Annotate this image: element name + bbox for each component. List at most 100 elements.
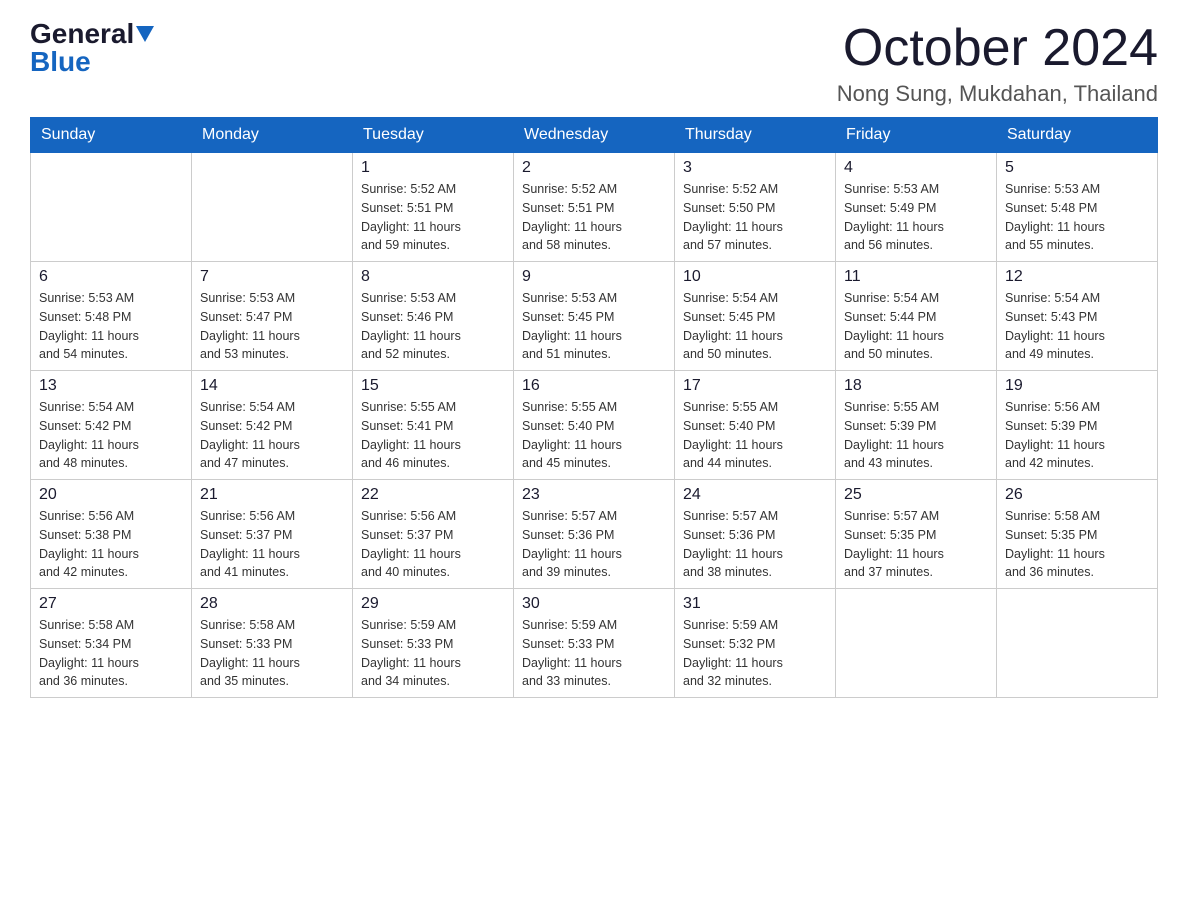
calendar-cell: 2 Sunrise: 5:52 AMSunset: 5:51 PMDaylight… <box>514 153 675 262</box>
day-number: 3 <box>683 159 827 177</box>
day-info: Sunrise: 5:52 AMSunset: 5:51 PMDaylight:… <box>522 180 666 255</box>
calendar-cell: 13 Sunrise: 5:54 AMSunset: 5:42 PMDayligh… <box>31 371 192 480</box>
day-number: 7 <box>200 268 344 286</box>
title-section: October 2024 Nong Sung, Mukdahan, Thaila… <box>837 20 1158 107</box>
calendar-cell: 3 Sunrise: 5:52 AMSunset: 5:50 PMDaylight… <box>675 153 836 262</box>
calendar-cell: 14Sunrise: 5:54 AMSunset: 5:42 PMDayligh… <box>192 371 353 480</box>
day-number: 26 <box>1005 486 1149 504</box>
calendar-cell: 30 Sunrise: 5:59 AMSunset: 5:33 PMDayligh… <box>514 589 675 698</box>
day-number: 13 <box>39 377 183 395</box>
day-info: Sunrise: 5:58 AMSunset: 5:34 PMDaylight:… <box>39 616 183 691</box>
day-number: 25 <box>844 486 988 504</box>
calendar-cell: 25 Sunrise: 5:57 AMSunset: 5:35 PMDayligh… <box>836 480 997 589</box>
calendar-cell: 28 Sunrise: 5:58 AMSunset: 5:33 PMDayligh… <box>192 589 353 698</box>
calendar-cell: 22 Sunrise: 5:56 AMSunset: 5:37 PMDayligh… <box>353 480 514 589</box>
column-header-monday: Monday <box>192 118 353 153</box>
day-number: 24 <box>683 486 827 504</box>
calendar-cell: 29 Sunrise: 5:59 AMSunset: 5:33 PMDayligh… <box>353 589 514 698</box>
day-info: Sunrise: 5:55 AMSunset: 5:41 PMDaylight:… <box>361 398 505 473</box>
logo-triangle-icon <box>136 26 154 42</box>
calendar-cell: 26 Sunrise: 5:58 AMSunset: 5:35 PMDayligh… <box>997 480 1158 589</box>
calendar-cell <box>31 153 192 262</box>
day-info: Sunrise: 5:53 AMSunset: 5:45 PMDaylight:… <box>522 289 666 364</box>
day-number: 28 <box>200 595 344 613</box>
day-number: 9 <box>522 268 666 286</box>
calendar-week-row: 27 Sunrise: 5:58 AMSunset: 5:34 PMDayligh… <box>31 589 1158 698</box>
location-text: Nong Sung, Mukdahan, Thailand <box>837 81 1158 107</box>
calendar-cell: 10Sunrise: 5:54 AMSunset: 5:45 PMDayligh… <box>675 262 836 371</box>
day-info: Sunrise: 5:59 AMSunset: 5:33 PMDaylight:… <box>361 616 505 691</box>
column-header-wednesday: Wednesday <box>514 118 675 153</box>
calendar-cell: 20Sunrise: 5:56 AMSunset: 5:38 PMDayligh… <box>31 480 192 589</box>
calendar-cell: 7 Sunrise: 5:53 AMSunset: 5:47 PMDaylight… <box>192 262 353 371</box>
column-header-tuesday: Tuesday <box>353 118 514 153</box>
logo: General Blue <box>30 20 154 76</box>
day-number: 6 <box>39 268 183 286</box>
day-number: 2 <box>522 159 666 177</box>
calendar-cell <box>192 153 353 262</box>
day-number: 12 <box>1005 268 1149 286</box>
calendar-cell: 9 Sunrise: 5:53 AMSunset: 5:45 PMDaylight… <box>514 262 675 371</box>
day-info: Sunrise: 5:57 AMSunset: 5:35 PMDaylight:… <box>844 507 988 582</box>
day-info: Sunrise: 5:55 AMSunset: 5:40 PMDaylight:… <box>522 398 666 473</box>
day-info: Sunrise: 5:56 AMSunset: 5:38 PMDaylight:… <box>39 507 183 582</box>
day-number: 30 <box>522 595 666 613</box>
calendar-week-row: 20Sunrise: 5:56 AMSunset: 5:38 PMDayligh… <box>31 480 1158 589</box>
logo-general-text: General <box>30 20 134 48</box>
day-number: 22 <box>361 486 505 504</box>
calendar-cell: 8 Sunrise: 5:53 AMSunset: 5:46 PMDaylight… <box>353 262 514 371</box>
calendar-week-row: 1 Sunrise: 5:52 AMSunset: 5:51 PMDaylight… <box>31 153 1158 262</box>
logo-blue-text: Blue <box>30 46 91 77</box>
month-year-title: October 2024 <box>837 20 1158 77</box>
day-info: Sunrise: 5:53 AMSunset: 5:48 PMDaylight:… <box>39 289 183 364</box>
calendar-cell: 31 Sunrise: 5:59 AMSunset: 5:32 PMDayligh… <box>675 589 836 698</box>
calendar-cell: 11 Sunrise: 5:54 AMSunset: 5:44 PMDayligh… <box>836 262 997 371</box>
day-number: 17 <box>683 377 827 395</box>
day-info: Sunrise: 5:53 AMSunset: 5:46 PMDaylight:… <box>361 289 505 364</box>
day-number: 27 <box>39 595 183 613</box>
calendar-cell: 6 Sunrise: 5:53 AMSunset: 5:48 PMDaylight… <box>31 262 192 371</box>
day-info: Sunrise: 5:54 AMSunset: 5:42 PMDaylight:… <box>39 398 183 473</box>
day-number: 4 <box>844 159 988 177</box>
day-info: Sunrise: 5:59 AMSunset: 5:33 PMDaylight:… <box>522 616 666 691</box>
calendar-header-row: SundayMondayTuesdayWednesdayThursdayFrid… <box>31 118 1158 153</box>
calendar-cell <box>836 589 997 698</box>
day-number: 11 <box>844 268 988 286</box>
day-info: Sunrise: 5:58 AMSunset: 5:35 PMDaylight:… <box>1005 507 1149 582</box>
column-header-sunday: Sunday <box>31 118 192 153</box>
day-info: Sunrise: 5:58 AMSunset: 5:33 PMDaylight:… <box>200 616 344 691</box>
calendar-cell: 17Sunrise: 5:55 AMSunset: 5:40 PMDayligh… <box>675 371 836 480</box>
day-info: Sunrise: 5:53 AMSunset: 5:48 PMDaylight:… <box>1005 180 1149 255</box>
calendar-cell: 1Sunrise: 5:52 AMSunset: 5:51 PMDaylight… <box>353 153 514 262</box>
day-info: Sunrise: 5:55 AMSunset: 5:39 PMDaylight:… <box>844 398 988 473</box>
day-info: Sunrise: 5:54 AMSunset: 5:43 PMDaylight:… <box>1005 289 1149 364</box>
day-number: 18 <box>844 377 988 395</box>
calendar-cell: 18 Sunrise: 5:55 AMSunset: 5:39 PMDayligh… <box>836 371 997 480</box>
day-info: Sunrise: 5:54 AMSunset: 5:44 PMDaylight:… <box>844 289 988 364</box>
calendar-cell: 12 Sunrise: 5:54 AMSunset: 5:43 PMDayligh… <box>997 262 1158 371</box>
calendar-cell: 24 Sunrise: 5:57 AMSunset: 5:36 PMDayligh… <box>675 480 836 589</box>
day-info: Sunrise: 5:59 AMSunset: 5:32 PMDaylight:… <box>683 616 827 691</box>
column-header-thursday: Thursday <box>675 118 836 153</box>
column-header-friday: Friday <box>836 118 997 153</box>
day-info: Sunrise: 5:52 AMSunset: 5:50 PMDaylight:… <box>683 180 827 255</box>
day-number: 14 <box>200 377 344 395</box>
day-info: Sunrise: 5:53 AMSunset: 5:47 PMDaylight:… <box>200 289 344 364</box>
calendar-table: SundayMondayTuesdayWednesdayThursdayFrid… <box>30 117 1158 698</box>
calendar-cell: 21Sunrise: 5:56 AMSunset: 5:37 PMDayligh… <box>192 480 353 589</box>
day-number: 5 <box>1005 159 1149 177</box>
day-info: Sunrise: 5:56 AMSunset: 5:37 PMDaylight:… <box>361 507 505 582</box>
day-info: Sunrise: 5:56 AMSunset: 5:39 PMDaylight:… <box>1005 398 1149 473</box>
calendar-week-row: 13 Sunrise: 5:54 AMSunset: 5:42 PMDayligh… <box>31 371 1158 480</box>
day-number: 29 <box>361 595 505 613</box>
day-info: Sunrise: 5:57 AMSunset: 5:36 PMDaylight:… <box>683 507 827 582</box>
day-info: Sunrise: 5:56 AMSunset: 5:37 PMDaylight:… <box>200 507 344 582</box>
calendar-cell: 16Sunrise: 5:55 AMSunset: 5:40 PMDayligh… <box>514 371 675 480</box>
calendar-cell: 19Sunrise: 5:56 AMSunset: 5:39 PMDayligh… <box>997 371 1158 480</box>
day-number: 10 <box>683 268 827 286</box>
calendar-cell <box>997 589 1158 698</box>
day-number: 1 <box>361 159 505 177</box>
day-number: 31 <box>683 595 827 613</box>
calendar-cell: 27 Sunrise: 5:58 AMSunset: 5:34 PMDayligh… <box>31 589 192 698</box>
day-number: 8 <box>361 268 505 286</box>
